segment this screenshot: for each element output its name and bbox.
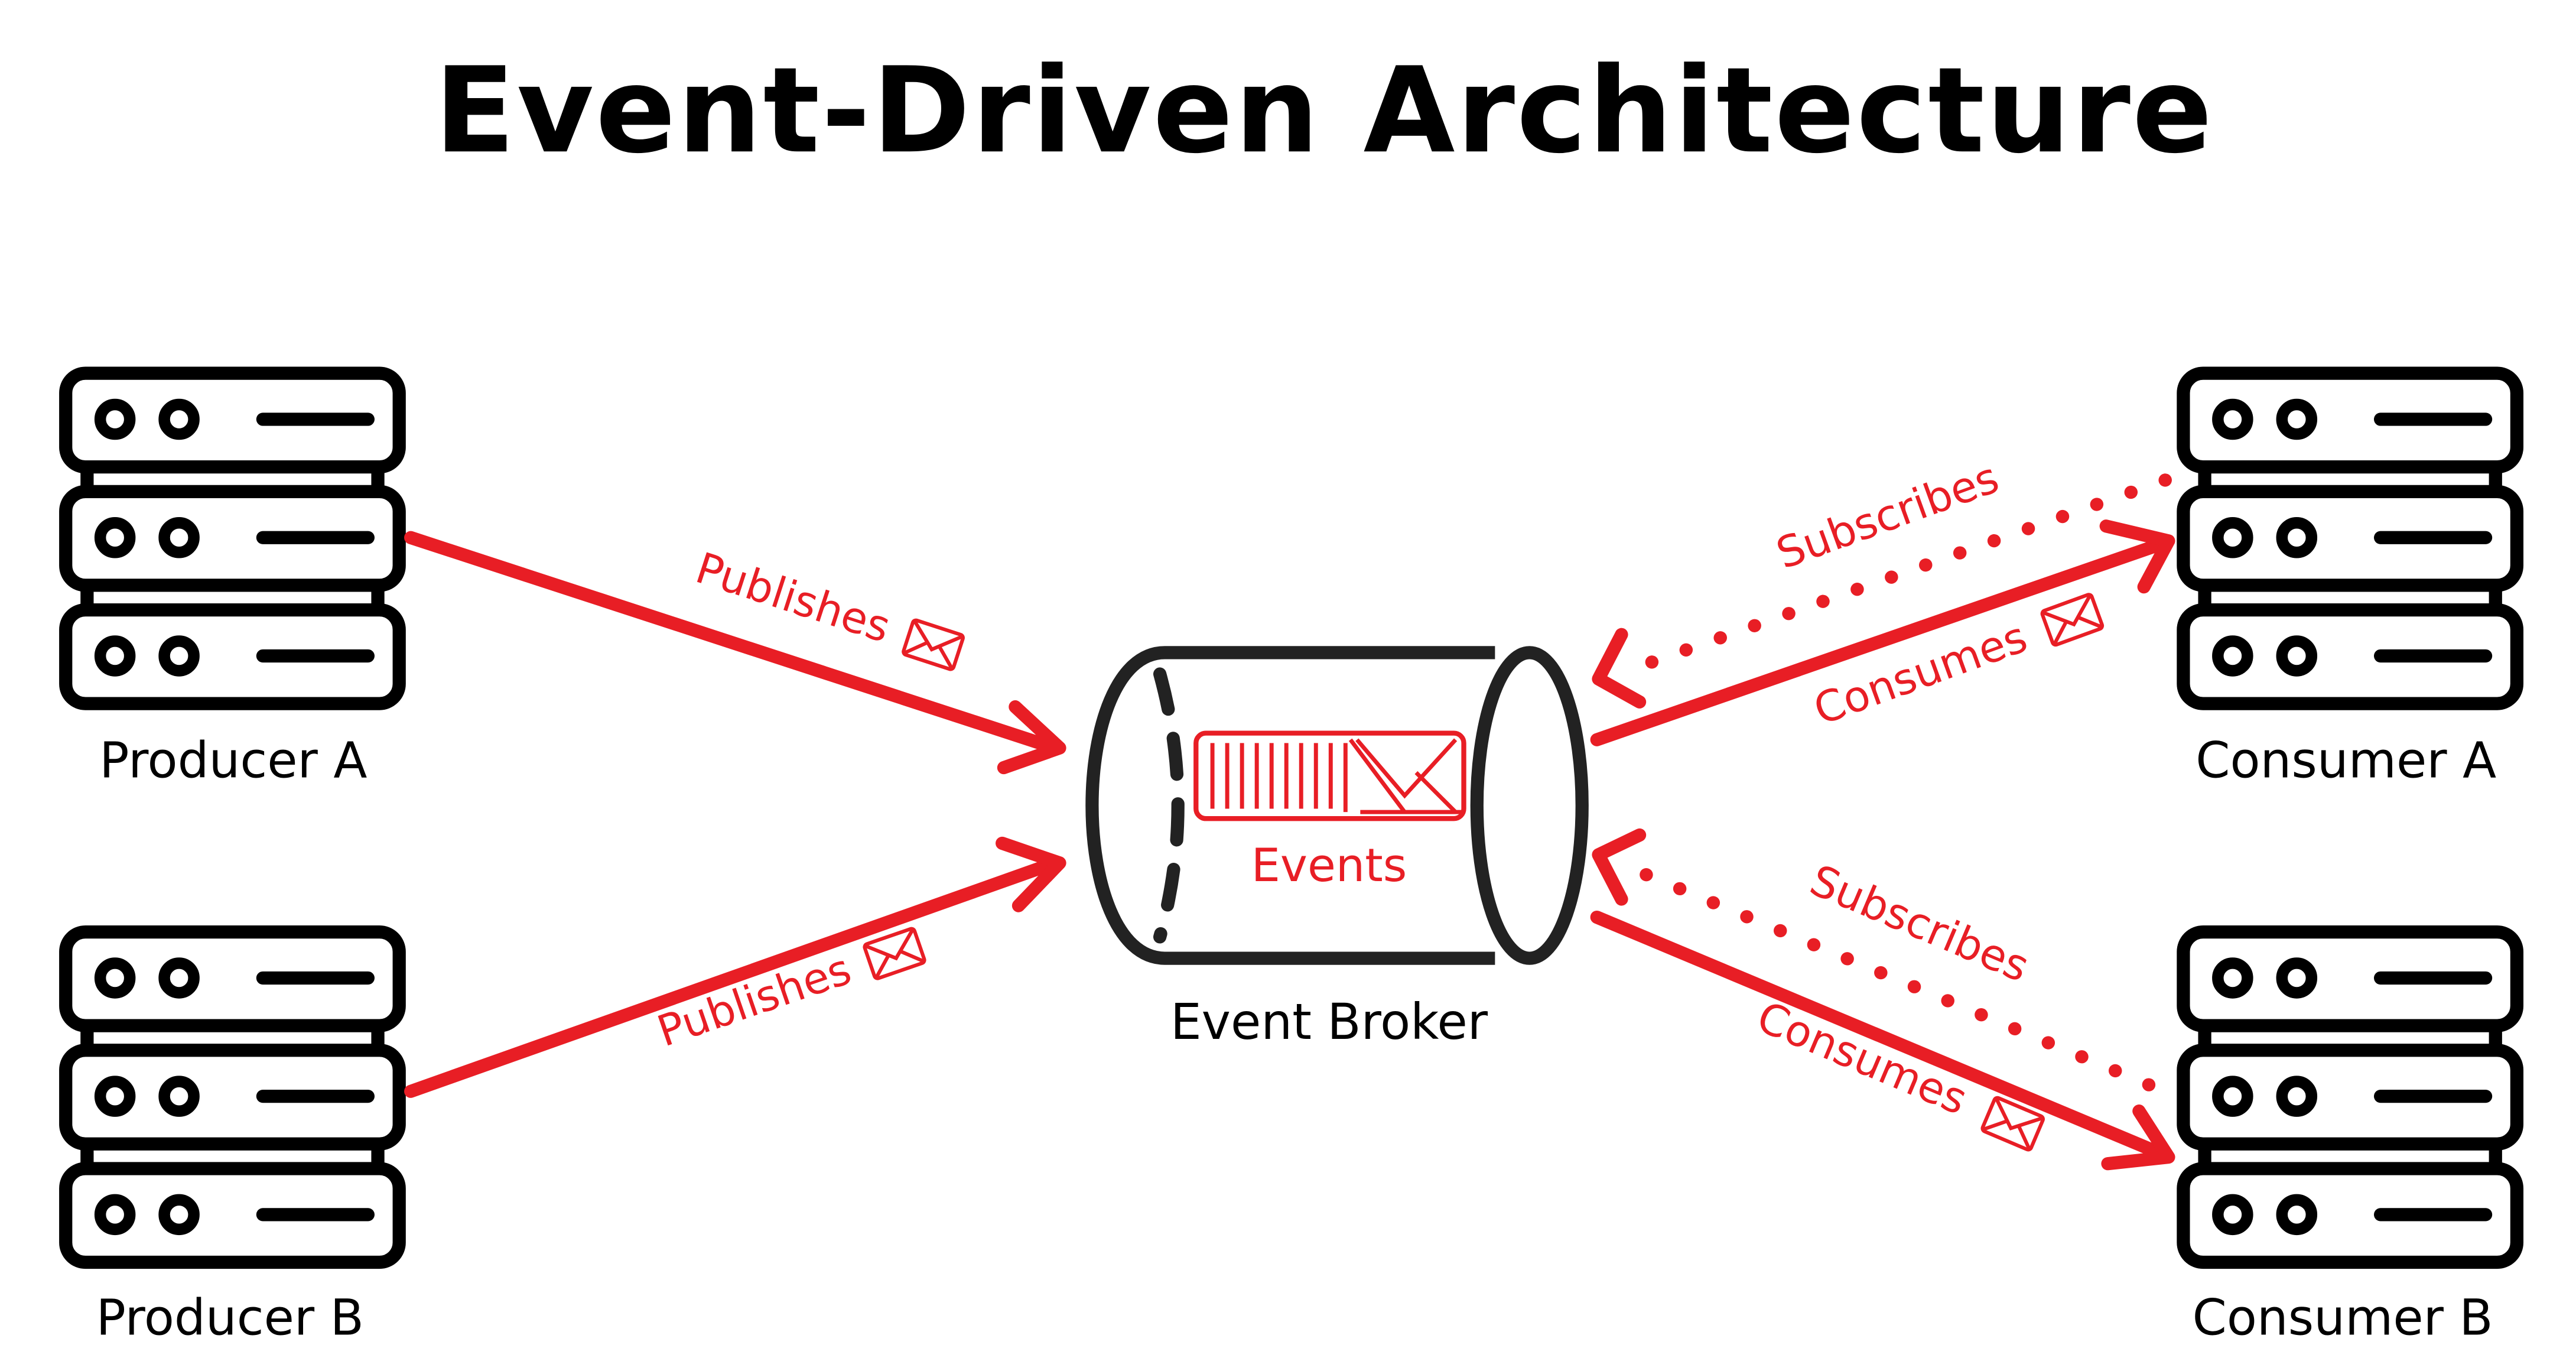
producer-a-label: Producer A (99, 732, 367, 790)
arrowhead-icon (1592, 828, 1647, 906)
events-queue-label: Events (1251, 839, 1407, 892)
envelope-icon (903, 619, 964, 670)
publish-arrow-line (404, 856, 1062, 1098)
consume-arrow-line (1590, 910, 2172, 1162)
subscribes-label: Subscribes (1803, 856, 2036, 992)
consumer-b-label: Consumer B (2193, 1289, 2493, 1346)
envelope-stack-icon (1193, 730, 1466, 821)
edge-producer-b-publishes: Publishes (404, 836, 1066, 1098)
consumer-a-node: Consumer A (2183, 373, 2516, 790)
consumer-b-node: Consumer B (2183, 932, 2516, 1346)
server-rack-icon (66, 373, 399, 704)
server-rack-icon (2183, 373, 2516, 704)
subscribes-label: Subscribes (1770, 453, 2005, 579)
producer-b-node: Producer B (66, 932, 399, 1346)
diagram-title: Event-Driven Architecture (434, 42, 2214, 180)
event-broker-node: Events Event Broker (1085, 646, 1589, 1051)
envelope-icon (864, 928, 925, 979)
arrowhead-icon (1592, 628, 1647, 709)
consumer-a-label: Consumer A (2196, 732, 2496, 790)
edge-consumer-b-consumes: Consumes (1590, 910, 2175, 1171)
edge-consumer-a-consumes: Consumes (1590, 519, 2175, 746)
edge-producer-a-publishes: Publishes (404, 531, 1066, 775)
producer-a-node: Producer A (66, 373, 399, 790)
producer-b-label: Producer B (96, 1289, 364, 1346)
envelope-icon (2041, 594, 2103, 646)
server-rack-icon (66, 932, 399, 1262)
event-broker-label: Event Broker (1170, 993, 1488, 1051)
publishes-label: Publishes (652, 944, 858, 1057)
architecture-diagram: Event-Driven Architecture Producer A Pro… (0, 42, 2576, 1346)
server-rack-icon (2183, 932, 2516, 1262)
